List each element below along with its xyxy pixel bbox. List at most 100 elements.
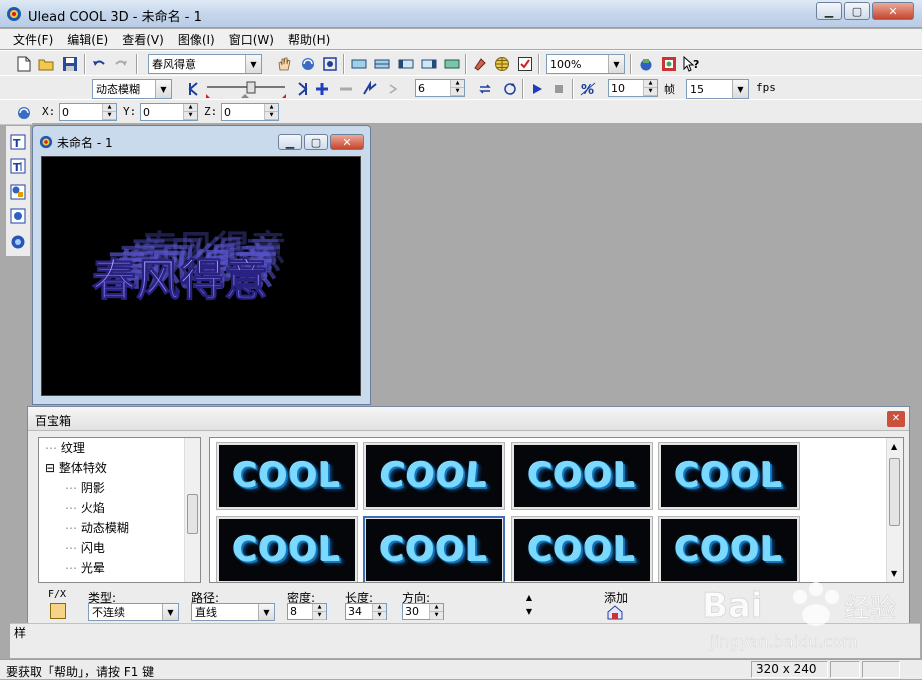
length-spin[interactable]: 34 ▲ ▼ xyxy=(345,603,387,620)
menu-window[interactable]: 窗口(W) xyxy=(224,31,279,48)
fx-toggle-icon[interactable] xyxy=(50,603,66,619)
zoom-combo[interactable]: 100% ▼ xyxy=(546,54,625,74)
standard-toolbar: 春风得意 ▼ 100% ▼ ? xyxy=(0,50,922,76)
fps-label: fps xyxy=(756,81,776,94)
y-spin[interactable]: 0 ▲ ▼ xyxy=(140,103,198,121)
save-icon[interactable] xyxy=(60,54,80,74)
frame-label: 帧 xyxy=(664,83,675,96)
add-icon[interactable] xyxy=(606,604,624,620)
fps-combo[interactable]: 15 ▼ xyxy=(686,79,749,99)
title-bar: Ulead COOL 3D - 未命名 - 1 ▁ ▢ ✕ xyxy=(0,0,922,28)
thumbnail[interactable]: COOL xyxy=(363,442,505,510)
thumbnail[interactable]: COOL xyxy=(658,442,800,510)
hand-icon[interactable] xyxy=(274,54,294,74)
close-button[interactable]: ✕ xyxy=(872,2,914,20)
tree-scroll-thumb[interactable] xyxy=(187,494,198,534)
svg-text:T: T xyxy=(13,137,21,150)
view-back-icon[interactable] xyxy=(372,54,392,74)
export-icon[interactable] xyxy=(659,54,679,74)
tree-item-lightning[interactable]: ⋯ 闪电 xyxy=(65,539,105,557)
light-icon[interactable] xyxy=(470,54,490,74)
x-spin[interactable]: 0 ▲ ▼ xyxy=(59,103,117,121)
open-folder-icon[interactable] xyxy=(37,54,57,74)
size-object-icon[interactable] xyxy=(320,54,340,74)
direction-spin[interactable]: 30 ▲ ▼ xyxy=(402,603,444,620)
remove-keyframe-icon[interactable] xyxy=(336,79,356,99)
menu-help[interactable]: 帮助(H) xyxy=(283,31,335,48)
thumbnail[interactable]: COOL xyxy=(216,516,358,582)
effect-combo[interactable]: 动态模糊 ▼ xyxy=(92,79,172,99)
sample-label: 样 xyxy=(14,626,27,640)
new-file-icon[interactable] xyxy=(14,54,34,74)
path-combo[interactable]: 直线 ▼ xyxy=(191,603,275,621)
minimize-button[interactable]: ▁ xyxy=(816,2,842,20)
rotate-object-icon[interactable] xyxy=(298,54,318,74)
scroll-up-icon[interactable]: ▲ xyxy=(891,442,897,451)
insert-object-icon[interactable] xyxy=(8,206,28,226)
edit-text-icon[interactable]: T xyxy=(8,156,28,176)
view-right-icon[interactable] xyxy=(419,54,439,74)
menu-edit[interactable]: 编辑(E) xyxy=(62,31,113,48)
view-top-icon[interactable] xyxy=(442,54,462,74)
property-scroll[interactable]: ▲ ▼ xyxy=(523,591,535,619)
last-keyframe-icon[interactable] xyxy=(292,79,312,99)
svg-text:?: ? xyxy=(693,58,699,71)
z-label: Z: xyxy=(204,105,218,118)
thumbnail[interactable]: COOL xyxy=(216,442,358,510)
thumbnail[interactable]: COOL xyxy=(658,516,800,582)
menu-file[interactable]: 文件(F) xyxy=(8,31,58,48)
checkbox-icon[interactable] xyxy=(515,54,535,74)
view-left-icon[interactable] xyxy=(396,54,416,74)
position-toolbar: X: 0 ▲ ▼ Y: 0 ▲ ▼ Z: 0 ▲ ▼ xyxy=(0,99,922,125)
doc-close-button[interactable]: ✕ xyxy=(330,134,364,150)
insert-shape-icon[interactable] xyxy=(8,182,28,202)
tree-item-overall-effects[interactable]: ⊟ 整体特效 xyxy=(45,459,107,477)
help-pointer-icon[interactable]: ? xyxy=(681,54,701,74)
globe-icon[interactable] xyxy=(492,54,512,74)
render-canvas[interactable]: 春风得意 春风得意 春风得意 春风得意 春风得意 xyxy=(41,156,361,396)
status-cell-empty-2 xyxy=(862,661,900,678)
insert-geometry-icon[interactable] xyxy=(8,232,28,252)
menu-image[interactable]: 图像(I) xyxy=(173,31,220,48)
ping-pong-icon[interactable] xyxy=(500,79,520,99)
tree-item-fire[interactable]: ⋯ 火焰 xyxy=(65,499,105,517)
play-icon[interactable] xyxy=(527,79,547,99)
tree-item-texture[interactable]: ⋯ 纹理 xyxy=(45,439,85,457)
reverse-icon[interactable] xyxy=(360,79,380,99)
text-combo[interactable]: 春风得意 ▼ xyxy=(148,54,262,74)
speed-spin[interactable]: 10 ▲ ▼ xyxy=(608,79,658,97)
add-keyframe-icon[interactable] xyxy=(312,79,332,99)
status-dimensions: 320 x 240 xyxy=(751,661,828,678)
z-spin[interactable]: 0 ▲ ▼ xyxy=(221,103,279,121)
tree-item-motion-blur[interactable]: ⋯ 动态模糊 xyxy=(65,519,129,537)
document-title: 未命名 - 1 xyxy=(57,136,113,150)
maximize-button[interactable]: ▢ xyxy=(844,2,870,20)
loop-icon[interactable] xyxy=(475,79,495,99)
type-combo[interactable]: 不连续 ▼ xyxy=(88,603,179,621)
frame-spin[interactable]: 6 ▲ ▼ xyxy=(415,79,465,97)
percent-icon[interactable]: % xyxy=(578,79,598,99)
tree-item-shadow[interactable]: ⋯ 阴影 xyxy=(65,479,105,497)
redo-icon[interactable] xyxy=(111,54,131,74)
timeline-slider[interactable] xyxy=(205,79,287,99)
menu-view[interactable]: 查看(V) xyxy=(117,31,169,48)
panel-close-button[interactable]: ✕ xyxy=(887,411,905,427)
gallery-scrollbar[interactable]: ▲ ▼ xyxy=(886,438,903,582)
stop-icon[interactable] xyxy=(549,79,569,99)
view-front-icon[interactable] xyxy=(349,54,369,74)
thumbnail-selected[interactable]: COOL xyxy=(363,516,505,582)
thumbnail[interactable]: COOL xyxy=(511,442,653,510)
gallery-scroll-thumb[interactable] xyxy=(889,458,900,526)
position-mode-icon[interactable] xyxy=(14,103,34,123)
redo-step-icon[interactable] xyxy=(384,79,404,99)
undo-icon[interactable] xyxy=(89,54,109,74)
doc-maximize-button[interactable]: ▢ xyxy=(304,134,328,150)
thumbnail[interactable]: COOL xyxy=(511,516,653,582)
insert-text-icon[interactable]: T xyxy=(8,132,28,152)
first-keyframe-icon[interactable] xyxy=(184,79,204,99)
tree-scrollbar[interactable] xyxy=(184,438,200,582)
density-spin[interactable]: 8 ▲ ▼ xyxy=(287,603,327,620)
doc-minimize-button[interactable]: ▁ xyxy=(278,134,302,150)
tree-item-glow[interactable]: ⋯ 光晕 xyxy=(65,559,105,577)
object-manager-icon[interactable] xyxy=(636,54,656,74)
